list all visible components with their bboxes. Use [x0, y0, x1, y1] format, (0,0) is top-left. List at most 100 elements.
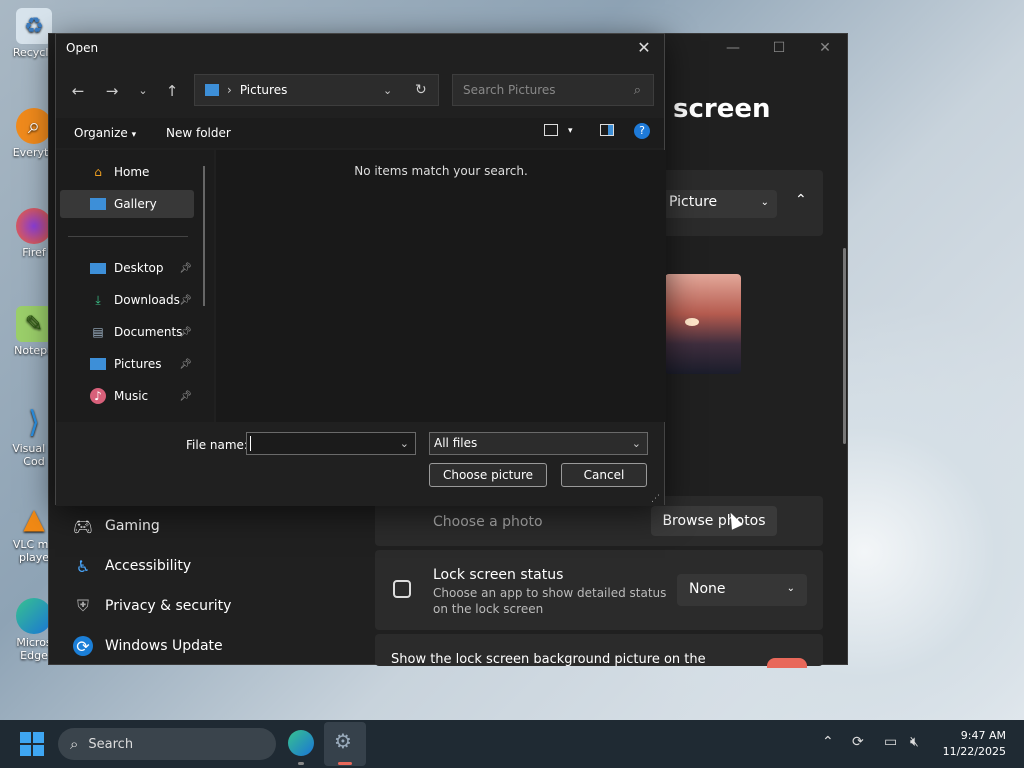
recent-locations-icon[interactable]: ⌄ [133, 84, 153, 97]
file-list: No items match your search. [216, 150, 666, 422]
refresh-icon[interactable]: ↻ [415, 82, 427, 98]
help-icon[interactable]: ? [634, 123, 650, 139]
up-icon[interactable]: ↑ [162, 82, 182, 100]
show-hidden-icons-icon[interactable]: ⌃ [822, 734, 834, 750]
file-type-select[interactable]: All files ⌄ [429, 432, 648, 455]
sidebar-item-desktop[interactable]: Desktop 📌︎ [60, 254, 194, 282]
new-folder-button[interactable]: New folder [166, 126, 231, 140]
sidebar-item-label: Gaming [105, 518, 160, 534]
dialog-footer: File name: ⌄ All files ⌄ Choose picture … [56, 422, 664, 506]
clock-date: 11/22/2025 [942, 745, 1006, 758]
chevron-down-icon: ▾ [131, 130, 137, 140]
chevron-down-icon: ⌄ [786, 583, 795, 594]
sidebar-item-label: Windows Update [105, 638, 223, 654]
lock-status-card: Lock screen status Choose an app to show… [375, 550, 823, 630]
chevron-down-icon[interactable]: ⌄ [400, 433, 409, 454]
pictures-icon [205, 84, 219, 96]
shield-icon: ⛨ [76, 596, 89, 615]
forward-icon[interactable]: → [102, 82, 122, 100]
search-placeholder: Search Pictures [463, 83, 556, 97]
lock-status-desc: on the lock screen [433, 602, 544, 616]
show-background-card: Show the lock screen background picture … [375, 634, 823, 668]
sidebar-item-gaming[interactable]: 🎮︎ Gaming [73, 516, 160, 536]
taskbar: ⌕ Search ⚙ ⌃ ⟳ ▭ 🔇︎ 9:47 AM 11/22/2025 [0, 720, 1024, 768]
preview-pane-icon[interactable] [600, 124, 614, 136]
taskbar-search[interactable]: ⌕ Search [58, 728, 276, 760]
sidebar-item-home[interactable]: ⌂ Home [60, 158, 194, 186]
search-icon: ⌕ [633, 82, 641, 98]
network-icon[interactable]: ▭ [884, 734, 897, 750]
settings-taskbar-button[interactable]: ⚙ [324, 722, 366, 766]
close-icon[interactable]: ✕ [632, 38, 656, 57]
sync-icon: ⟳ [73, 636, 93, 656]
breadcrumb-separator-icon: › [227, 83, 232, 97]
search-icon: ⌕ [70, 735, 79, 753]
chevron-down-icon[interactable]: ⌄ [383, 84, 392, 97]
divider [68, 236, 188, 237]
sidebar-item-label: Pictures [114, 357, 162, 371]
chevron-down-icon[interactable]: ▾ [568, 126, 573, 136]
back-icon[interactable]: ← [68, 82, 88, 100]
file-name-label: File name: [186, 438, 248, 452]
chevron-down-icon: ⌄ [760, 197, 769, 208]
sidebar-item-label: Accessibility [105, 558, 192, 574]
sidebar-item-label: Music [114, 389, 149, 403]
edge-icon[interactable] [288, 730, 314, 756]
dialog-title: Open [66, 41, 99, 55]
pictures-icon [90, 358, 106, 370]
cancel-button[interactable]: Cancel [561, 463, 647, 487]
volume-muted-icon[interactable]: 🔇︎ [910, 734, 919, 750]
sidebar-item-music[interactable]: ♪ Music 📌︎ [60, 382, 194, 410]
breadcrumb: Pictures [239, 83, 288, 97]
sidebar-item-accessibility[interactable]: ♿︎ Accessibility [73, 556, 191, 576]
navigation-bar: ← → ⌄ ↑ › Pictures ⌄ ↻ Search Pictures ⌕ [56, 74, 664, 110]
minimize-icon[interactable]: — [713, 40, 753, 56]
sidebar-item-privacy[interactable]: ⛨ Privacy & security [73, 596, 231, 616]
pin-icon: 📌︎ [179, 294, 192, 306]
picture-dropdown[interactable]: Picture ⌄ [661, 190, 777, 218]
view-mode-icon[interactable] [544, 124, 558, 136]
sidebar-item-documents[interactable]: ▤ Documents 📌︎ [60, 318, 194, 346]
show-background-toggle[interactable] [767, 658, 807, 668]
document-icon: ▤ [92, 325, 104, 339]
update-status-icon[interactable]: ⟳ [852, 734, 864, 750]
lock-status-value: None [689, 581, 726, 597]
sidebar-item-gallery[interactable]: Gallery [60, 190, 194, 218]
resize-grip-icon[interactable]: ⋰ [651, 494, 660, 504]
search-input[interactable]: Search Pictures ⌕ [452, 74, 654, 106]
chevron-down-icon: ⌄ [631, 437, 641, 450]
file-name-input[interactable]: ⌄ [246, 432, 416, 455]
clock[interactable]: 9:47 AM 11/22/2025 [943, 728, 1006, 760]
sidebar-item-downloads[interactable]: ⤓ Downloads 📌︎ [60, 286, 194, 314]
chevron-up-icon[interactable]: ⌃ [795, 192, 807, 208]
sidebar-item-label: Downloads [114, 293, 180, 307]
address-bar[interactable]: › Pictures ⌄ ↻ [194, 74, 439, 106]
sidebar-item-pictures[interactable]: Pictures 📌︎ [60, 350, 194, 378]
sidebar-item-label: Privacy & security [105, 598, 232, 614]
organize-menu[interactable]: Organize ▾ [74, 126, 136, 140]
desktop-icon [90, 262, 106, 274]
clock-time: 9:47 AM [960, 729, 1006, 742]
pin-icon: 📌︎ [179, 262, 192, 274]
vlc-icon: ▲ [23, 501, 45, 535]
scrollbar[interactable] [203, 166, 205, 306]
text-cursor [250, 436, 251, 451]
sidebar-item-partial[interactable] [60, 414, 194, 422]
file-type-value: All files [434, 436, 478, 450]
download-icon: ⤓ [95, 292, 101, 307]
taskbar-search-label: Search [88, 736, 134, 752]
maximize-icon[interactable]: ☐ [759, 40, 799, 56]
start-icon[interactable] [20, 732, 44, 756]
pin-icon: 📌︎ [179, 390, 192, 402]
choose-photo-label: Choose a photo [433, 514, 543, 530]
sidebar-item-windows-update[interactable]: ⟳ Windows Update [73, 636, 223, 656]
running-indicator [298, 762, 304, 765]
lock-status-dropdown[interactable]: None ⌄ [677, 574, 807, 606]
close-icon[interactable]: ✕ [805, 40, 845, 56]
browse-photos-button[interactable]: Browse photos [651, 506, 777, 536]
show-background-label: Show the lock screen background picture … [391, 652, 706, 667]
scrollbar[interactable] [843, 248, 846, 444]
lock-status-desc: Choose an app to show detailed status [433, 586, 667, 600]
choose-picture-button[interactable]: Choose picture [429, 463, 547, 487]
pin-icon: 📌︎ [179, 358, 192, 370]
